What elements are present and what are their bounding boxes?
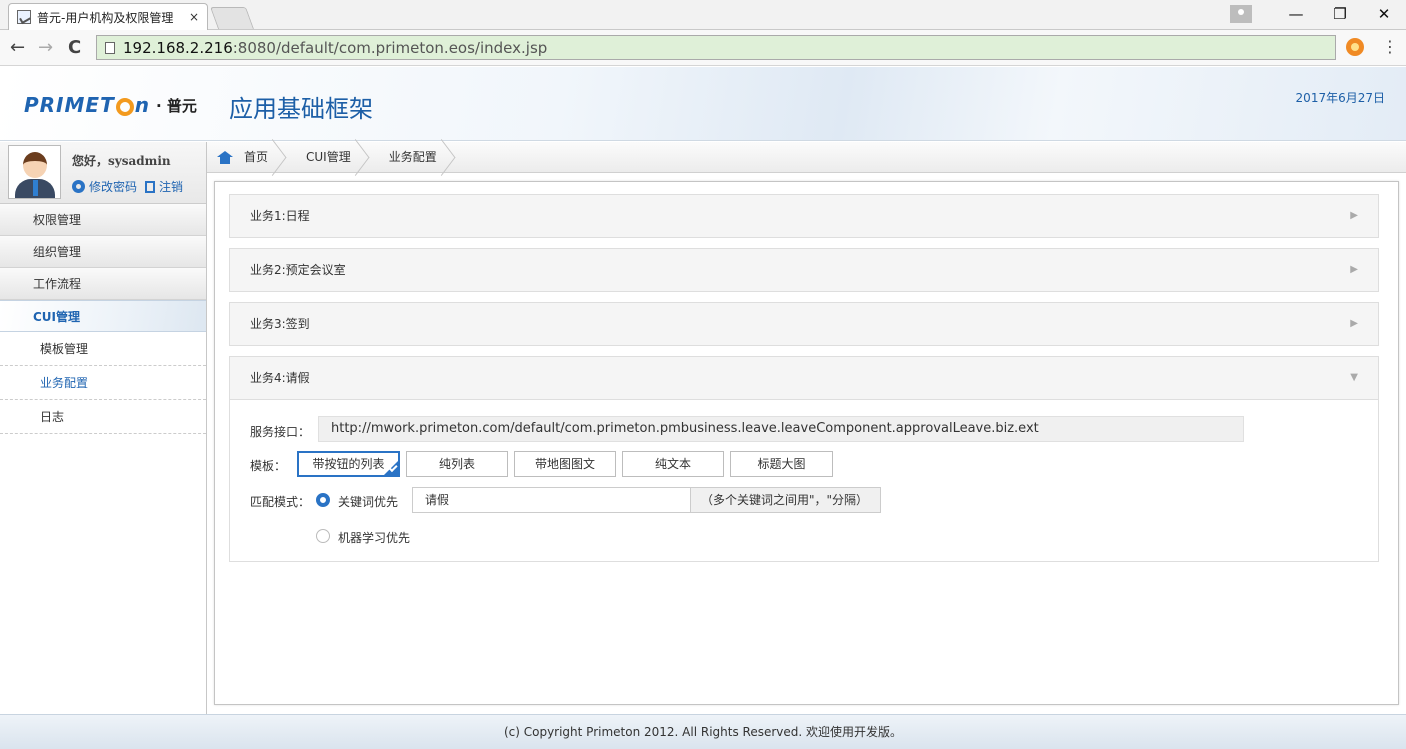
template-button-plain-list[interactable]: 纯列表 (406, 451, 508, 477)
sidebar-item-organization[interactable]: 组织管理 (0, 236, 206, 268)
breadcrumb-business-config[interactable]: 业务配置 (385, 142, 453, 173)
page-icon (105, 41, 115, 54)
accordion-header-business4[interactable]: 业务4:请假 ▼ (230, 357, 1378, 399)
accordion-header-business1[interactable]: 业务1:日程 ▶ (230, 195, 1378, 237)
expand-arrow-icon: ▶ (1350, 210, 1358, 221)
breadcrumb-cui[interactable]: CUI管理 (302, 142, 367, 173)
current-date: 2017年6月27日 (1295, 91, 1385, 105)
user-box: 您好，sysadmin 修改密码 注销 (0, 142, 206, 204)
keyword-hint: （多个关键词之间用"，"分隔） (691, 487, 881, 513)
template-button-label: 带按钮的列表 (312, 457, 385, 471)
browser-tab[interactable]: 普元-用户机构及权限管理 × (8, 3, 208, 30)
accordion-header-business2[interactable]: 业务2:预定会议室 ▶ (230, 249, 1378, 291)
accordion-item: 业务2:预定会议室 ▶ (229, 248, 1379, 292)
radio-keyword-label: 关键词优先 (338, 495, 399, 509)
browser-tabstrip: 普元-用户机构及权限管理 × — ❐ ✕ (0, 0, 1406, 30)
collapse-arrow-icon: ▼ (1350, 372, 1358, 383)
user-links: 修改密码 注销 (72, 178, 183, 195)
match-mode-label: 匹配模式： (250, 495, 311, 509)
sidebar-item-cui[interactable]: CUI管理 (0, 300, 206, 332)
url-host: 192.168.2.216 (123, 38, 233, 57)
radio-ml-label: 机器学习优先 (338, 531, 411, 545)
app-title: 应用基础框架 (229, 95, 373, 123)
page-favicon-icon (17, 10, 31, 24)
app-header: PRIMET n · 普元 应用基础框架 2017年6月27日 (0, 67, 1406, 141)
template-label: 模板： (250, 459, 287, 473)
accordion-item: 业务3:签到 ▶ (229, 302, 1379, 346)
window-controls: — ❐ ✕ (1230, 0, 1406, 28)
back-arrow-icon[interactable]: ← (10, 37, 25, 58)
accordion-title: 业务1:日程 (250, 209, 310, 223)
sidebar-subitem-templates[interactable]: 模板管理 (0, 332, 206, 366)
expand-arrow-icon: ▶ (1350, 318, 1358, 329)
profile-icon[interactable] (1230, 5, 1252, 23)
accordion-title: 业务4:请假 (250, 371, 310, 385)
logout-icon (145, 180, 156, 193)
primeton-logo: PRIMET n · 普元 (24, 93, 197, 117)
sidebar-menu: 权限管理 组织管理 工作流程 CUI管理 模板管理 业务配置 日志 (0, 204, 206, 434)
sidebar: 您好，sysadmin 修改密码 注销 权限管理 组织管理 工作流程 CUI管理… (0, 142, 207, 714)
logout-link[interactable]: 注销 (159, 178, 183, 195)
close-window-button[interactable]: ✕ (1362, 5, 1406, 23)
accordion-title: 业务3:签到 (250, 317, 310, 331)
template-button-map-graphic[interactable]: 带地图图文 (514, 451, 616, 477)
accordion-title: 业务2:预定会议室 (250, 263, 346, 277)
accordion-body: 服务接口： http://mwork.primeton.com/default/… (230, 399, 1378, 561)
gear-icon (72, 180, 85, 193)
service-url-field[interactable]: http://mwork.primeton.com/default/com.pr… (318, 416, 1244, 442)
tab-title: 普元-用户机构及权限管理 (37, 10, 174, 25)
breadcrumb: 首页 CUI管理 业务配置 (207, 142, 1406, 173)
logo-cn-text: · 普元 (155, 96, 197, 115)
sidebar-item-workflow[interactable]: 工作流程 (0, 268, 206, 300)
logo-ring-icon (115, 97, 134, 116)
user-greeting: 您好，sysadmin (72, 154, 171, 168)
url-path: :8080/default/com.primeton.eos/index.jsp (232, 38, 548, 57)
expand-arrow-icon: ▶ (1350, 264, 1358, 275)
sidebar-subitem-business-config[interactable]: 业务配置 (0, 366, 206, 400)
breadcrumb-home[interactable]: 首页 (240, 142, 284, 173)
restore-button[interactable]: ❐ (1318, 5, 1362, 23)
logo-text: PRIMET n (24, 93, 150, 117)
template-button-title-image[interactable]: 标题大图 (730, 451, 833, 477)
browser-menu-icon[interactable]: ⋮ (1382, 37, 1398, 56)
accordion-item: 业务1:日程 ▶ (229, 194, 1379, 238)
sidebar-subitem-log[interactable]: 日志 (0, 400, 206, 434)
extension-icon[interactable] (1346, 38, 1364, 56)
accordion-item-expanded: 业务4:请假 ▼ 服务接口： http://mwork.primeton.com… (229, 356, 1379, 562)
sidebar-item-permission[interactable]: 权限管理 (0, 204, 206, 236)
tab-close-icon[interactable]: × (189, 10, 199, 24)
radio-keyword-first[interactable] (316, 493, 330, 507)
service-label: 服务接口： (250, 425, 311, 439)
home-icon[interactable] (217, 150, 233, 164)
main-panel: 业务1:日程 ▶ 业务2:预定会议室 ▶ 业务3:签到 ▶ 业务4:请假 ▼ 服… (214, 181, 1399, 705)
url-input[interactable]: 192.168.2.216:8080/default/com.primeton.… (96, 35, 1336, 60)
accordion-header-business3[interactable]: 业务3:签到 ▶ (230, 303, 1378, 345)
minimize-button[interactable]: — (1274, 5, 1318, 23)
address-bar-row: ← → C 192.168.2.216:8080/default/com.pri… (0, 30, 1406, 66)
template-button-plain-text[interactable]: 纯文本 (622, 451, 724, 477)
forward-arrow-icon[interactable]: → (38, 37, 53, 58)
change-password-link[interactable]: 修改密码 (89, 178, 137, 195)
avatar (8, 145, 61, 199)
new-tab-button[interactable] (209, 7, 255, 29)
check-icon (383, 460, 399, 476)
footer: (c) Copyright Primeton 2012. All Rights … (0, 714, 1406, 749)
keyword-input[interactable]: 请假 (412, 487, 691, 513)
radio-ml-first[interactable] (316, 529, 330, 543)
reload-icon[interactable]: C (68, 37, 81, 58)
template-button-list-with-buttons[interactable]: 带按钮的列表 (297, 451, 400, 477)
